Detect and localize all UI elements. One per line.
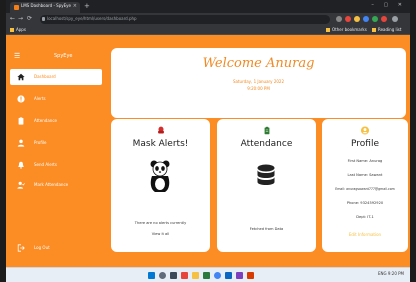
extension-icon[interactable]	[372, 16, 378, 22]
sidebar-item-label: Mark Attendance	[34, 182, 69, 187]
lock-icon	[42, 17, 45, 21]
sidebar: ☰ SpyEye Dashboard Alerts Attendance Pro…	[6, 35, 106, 267]
menu-icon[interactable]: ☰	[14, 52, 20, 60]
folder-icon[interactable]	[192, 272, 199, 279]
sidebar-item-dashboard[interactable]: Dashboard	[10, 69, 102, 85]
mask-alerts-card: Mask Alerts! There are no alerts current…	[111, 119, 210, 252]
mask-icon	[157, 126, 164, 134]
extension-icon[interactable]	[354, 16, 360, 22]
page-content: ☰ SpyEye Dashboard Alerts Attendance Pro…	[6, 35, 410, 267]
tab-favicon-icon	[14, 5, 19, 10]
back-button[interactable]: ←	[10, 15, 15, 22]
sidebar-item-label: Alerts	[34, 96, 46, 101]
tab-bar: LMS Dashboard - SpyEye × + – ▢ ✕	[6, 0, 410, 13]
url-text: localhost/spy_eye/html/users/dashboard.p…	[47, 16, 137, 21]
mask-alerts-message: There are no alerts currently	[134, 221, 187, 225]
sidebar-item-label: Send Alerts	[34, 162, 57, 167]
clipboard-icon	[264, 126, 269, 135]
attendance-card: Attendance Fetched from Data	[217, 119, 316, 252]
bookmarks-bar: Apps Other bookmarks Reading list	[6, 26, 410, 35]
profile-card: Profile First Name: Anurag Last Name: Sa…	[322, 119, 408, 252]
app-icon[interactable]	[247, 272, 254, 279]
window-controls[interactable]: – ▢ ✕	[371, 2, 406, 8]
attendance-title: Attendance	[240, 139, 293, 149]
chrome-icon[interactable]	[214, 272, 221, 279]
bookmark-apps[interactable]: Apps	[10, 27, 26, 32]
browser-tab[interactable]: LMS Dashboard - SpyEye ×	[10, 2, 80, 13]
user-circle-icon	[360, 126, 370, 135]
apps-icon	[10, 28, 14, 32]
extension-icon[interactable]	[381, 16, 387, 22]
view-all-link[interactable]: View it all	[111, 232, 210, 236]
search-icon[interactable]	[159, 272, 166, 279]
welcome-card: Welcome Anurag Saturday, 1 January 2022 …	[111, 48, 406, 118]
alert-icon	[17, 95, 25, 103]
logout-button[interactable]: Log Out	[10, 240, 102, 256]
welcome-time: 9:20:00 PM	[247, 86, 270, 91]
extension-icon[interactable]	[345, 16, 351, 22]
panda-icon	[150, 160, 170, 192]
sidebar-item-profile[interactable]: Profile	[10, 135, 102, 151]
address-bar: ← → ⟳ localhost/spy_eye/html/users/dashb…	[6, 13, 410, 26]
bell-icon	[18, 161, 24, 169]
logout-label: Log Out	[34, 245, 50, 250]
welcome-title: Welcome Anurag	[202, 56, 315, 71]
tab-title: LMS Dashboard - SpyEye	[21, 3, 71, 8]
new-tab-button[interactable]: +	[84, 1, 90, 11]
forward-button[interactable]: →	[18, 15, 23, 22]
reload-button[interactable]: ⟳	[27, 15, 32, 22]
task-view-icon[interactable]	[170, 272, 177, 279]
sidebar-item-mark-attendance[interactable]: Mark Attendance	[10, 177, 102, 193]
taskbar: ENG 9:20 PM	[6, 267, 410, 282]
profile-avatar[interactable]	[392, 16, 398, 22]
profile-title: Profile	[351, 139, 379, 149]
extension-icon[interactable]	[363, 16, 369, 22]
reading-list-icon	[372, 28, 376, 32]
sidebar-item-alerts[interactable]: Alerts	[10, 91, 102, 107]
sidebar-item-label: Attendance	[34, 118, 57, 123]
mask-alerts-title: Mask Alerts!	[132, 139, 189, 149]
home-icon	[17, 73, 25, 81]
edit-information-link[interactable]: Edit Information	[322, 232, 408, 237]
brand-name: SpyEye	[54, 53, 73, 59]
start-icon[interactable]	[148, 272, 155, 279]
tab-close-icon[interactable]: ×	[73, 3, 77, 9]
app-icon[interactable]	[181, 272, 188, 279]
profile-last-name: Last Name: Sawant	[347, 173, 383, 177]
database-icon	[257, 164, 275, 185]
app-icon[interactable]	[203, 272, 210, 279]
sidebar-item-label: Profile	[34, 140, 47, 145]
clipboard-icon	[18, 117, 24, 125]
extension-icon[interactable]	[336, 16, 342, 22]
profile-dept: Dept: IT-1	[356, 215, 374, 219]
attendance-status: Fetched from Data	[249, 227, 284, 231]
app-icon[interactable]	[225, 272, 232, 279]
bookmark-other[interactable]: Other bookmarks	[326, 27, 367, 32]
folder-icon	[326, 28, 330, 32]
welcome-date: Saturday, 1 January 2022	[233, 79, 284, 84]
user-check-icon	[17, 181, 25, 189]
sidebar-item-attendance[interactable]: Attendance	[10, 113, 102, 129]
profile-email: Email: anuragsawant777@gmail.com	[335, 187, 395, 191]
profile-phone: Phone: 9324592920	[346, 201, 384, 205]
app-icon[interactable]	[236, 272, 243, 279]
logout-icon	[17, 244, 25, 252]
system-tray[interactable]: ENG 9:20 PM	[378, 271, 404, 276]
profile-first-name: First Name: Anurag	[347, 159, 383, 163]
sidebar-item-send-alerts[interactable]: Send Alerts	[10, 157, 102, 173]
url-input[interactable]: localhost/spy_eye/html/users/dashboard.p…	[40, 15, 330, 24]
sidebar-item-label: Dashboard	[34, 74, 56, 79]
user-icon	[17, 139, 25, 147]
bookmark-reading-list[interactable]: Reading list	[372, 27, 401, 32]
browser-window: LMS Dashboard - SpyEye × + – ▢ ✕ ← → ⟳ l…	[6, 0, 410, 282]
